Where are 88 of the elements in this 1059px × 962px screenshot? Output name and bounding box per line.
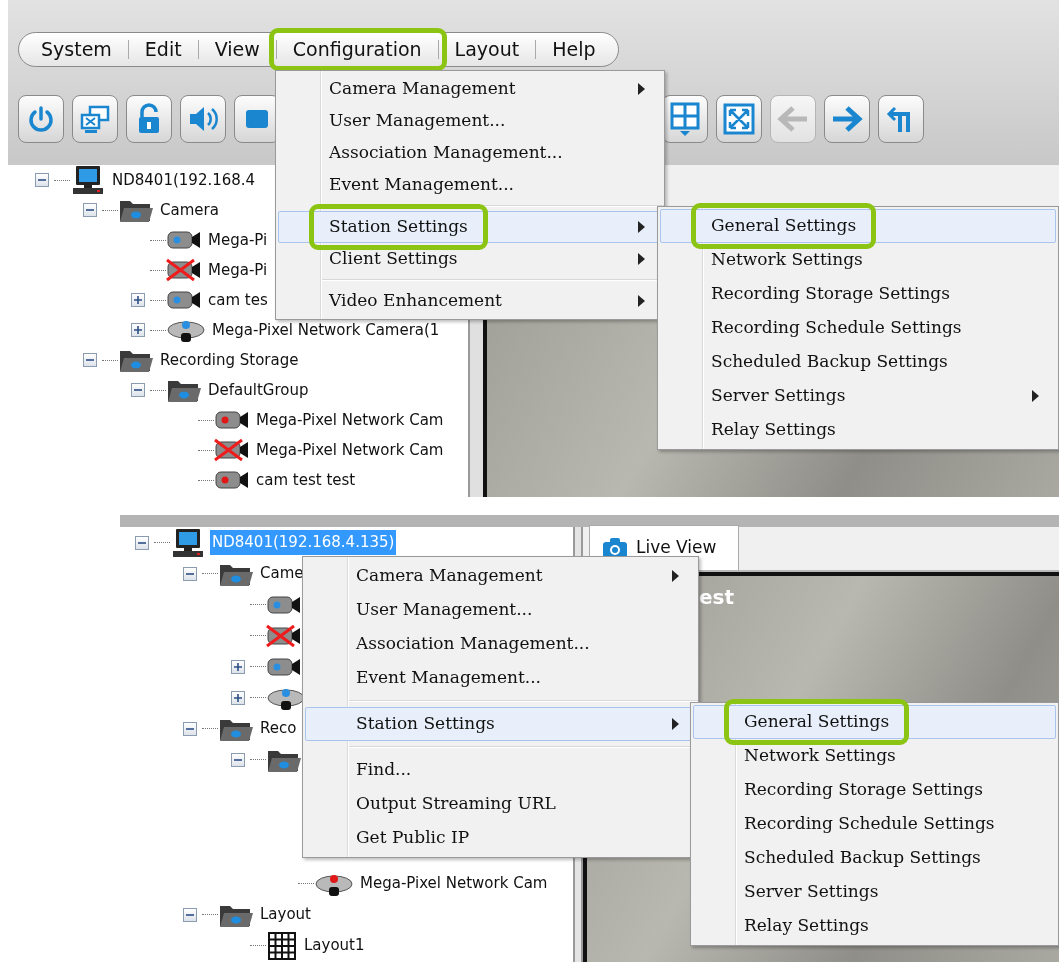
- expand-toggle[interactable]: [131, 293, 145, 307]
- toolbar-button[interactable]: [72, 95, 118, 143]
- menu-item[interactable]: Scheduled Backup Settings: [693, 841, 1056, 875]
- toolbar-button[interactable]: [716, 95, 762, 143]
- tree-item[interactable]: Layout: [258, 902, 313, 927]
- menu-bar-item[interactable]: Edit: [128, 40, 199, 59]
- camera-icon: [214, 469, 250, 491]
- menu-item[interactable]: Scheduled Backup Settings: [660, 345, 1056, 379]
- tree-item[interactable]: ND8401(192.168.4: [110, 167, 258, 193]
- computer-icon: [170, 527, 206, 558]
- menu-bar-item[interactable]: Help: [536, 40, 612, 59]
- menu-item[interactable]: Recording Schedule Settings: [660, 311, 1056, 345]
- offline-camera-icon: [166, 258, 202, 282]
- menu-item[interactable]: Recording Storage Settings: [693, 773, 1056, 807]
- collapse-toggle[interactable]: [135, 535, 149, 550]
- menu-bar-item[interactable]: Layout: [438, 40, 537, 59]
- tree-item[interactable]: Recording Storage: [158, 347, 301, 373]
- tree-item[interactable]: Mega-Pixel Network Cam: [358, 871, 550, 896]
- menu-item[interactable]: Recording Storage Settings: [660, 277, 1056, 311]
- tree-item[interactable]: Layout1: [302, 933, 367, 958]
- collapse-toggle[interactable]: [83, 353, 97, 367]
- arrow-right-icon: [831, 105, 863, 133]
- toolbar-button[interactable]: [180, 95, 226, 143]
- expand-toggle[interactable]: [131, 323, 145, 337]
- menu-item[interactable]: Association Management...: [278, 137, 662, 169]
- menu-item[interactable]: User Management...: [278, 105, 662, 137]
- menu-item[interactable]: Association Management...: [305, 627, 696, 661]
- menu-item[interactable]: Server Settings: [693, 875, 1056, 909]
- menu-bar-item[interactable]: View: [198, 40, 277, 59]
- toolbar-button[interactable]: [662, 95, 708, 143]
- toolbar-button[interactable]: [824, 95, 870, 143]
- power-icon: [26, 104, 56, 134]
- camera-icon: [266, 655, 302, 678]
- menu-item[interactable]: Relay Settings: [660, 413, 1056, 447]
- menu-item[interactable]: User Management...: [305, 593, 696, 627]
- menu-item[interactable]: Recording Schedule Settings: [693, 807, 1056, 841]
- menu-item[interactable]: General Settings: [660, 209, 1056, 243]
- tree-item[interactable]: cam test test: [254, 467, 358, 493]
- tree-item[interactable]: cam tes: [206, 287, 270, 313]
- fullscreen-icon: [723, 103, 755, 135]
- toolbar-button[interactable]: [18, 95, 64, 143]
- menu-item[interactable]: Network Settings: [693, 739, 1056, 773]
- collapse-toggle[interactable]: [183, 566, 197, 581]
- grid-icon: [670, 102, 700, 136]
- menu-item[interactable]: Relay Settings: [693, 909, 1056, 943]
- menu-item[interactable]: Network Settings: [660, 243, 1056, 277]
- tab-label: Live View: [636, 536, 717, 560]
- plus-icon: [133, 325, 143, 335]
- tree-item[interactable]: Mega-Pi: [206, 257, 270, 283]
- camera-icon: [166, 229, 202, 251]
- menu-item[interactable]: General Settings: [693, 705, 1056, 739]
- collapse-toggle[interactable]: [35, 173, 49, 187]
- plus-icon: [233, 661, 243, 672]
- tree-item[interactable]: Mega-Pi: [206, 227, 270, 253]
- toolbar-button[interactable]: [878, 95, 924, 143]
- monitor-icon: [79, 104, 111, 134]
- offline-camera-icon: [266, 623, 302, 648]
- tree-item[interactable]: Camera: [158, 197, 221, 223]
- plus-icon: [233, 692, 243, 703]
- camera-icon: [214, 409, 250, 431]
- menu-bar-item[interactable]: Configuration: [276, 40, 439, 59]
- menu-item[interactable]: Event Management...: [278, 169, 662, 201]
- camera-icon: [266, 593, 302, 616]
- expand-toggle[interactable]: [231, 659, 245, 674]
- collapse-toggle[interactable]: [183, 907, 197, 922]
- computer-icon: [70, 165, 106, 195]
- tree-item[interactable]: DefaultGroup: [206, 377, 311, 403]
- collapse-toggle[interactable]: [83, 203, 97, 217]
- tree-item[interactable]: Came: [258, 561, 306, 586]
- tree-item[interactable]: Reco: [258, 716, 299, 741]
- video-caption: est: [699, 584, 735, 611]
- offline-camera-icon: [214, 438, 250, 462]
- tree-item[interactable]: Mega-Pixel Network Cam: [254, 437, 446, 463]
- collapse-toggle[interactable]: [231, 752, 245, 767]
- arrow-left-icon: [777, 105, 809, 133]
- menu-bar-item[interactable]: System: [25, 40, 129, 59]
- expand-toggle[interactable]: [231, 690, 245, 705]
- collapse-toggle[interactable]: [183, 721, 197, 736]
- menu-item[interactable]: Event Management...: [305, 661, 696, 695]
- tree-item[interactable]: Mega-Pixel Network Camera(1: [210, 317, 442, 343]
- tree-item[interactable]: Mega-Pixel Network Cam: [254, 407, 446, 433]
- menu-item[interactable]: Server Settings: [660, 379, 1056, 413]
- toolbar-button[interactable]: [126, 95, 172, 143]
- camera-icon: [166, 289, 202, 311]
- plus-icon: [133, 295, 143, 305]
- speaker-icon: [187, 104, 219, 134]
- menu-item[interactable]: Camera Management: [278, 73, 662, 105]
- collapse-toggle[interactable]: [131, 383, 145, 397]
